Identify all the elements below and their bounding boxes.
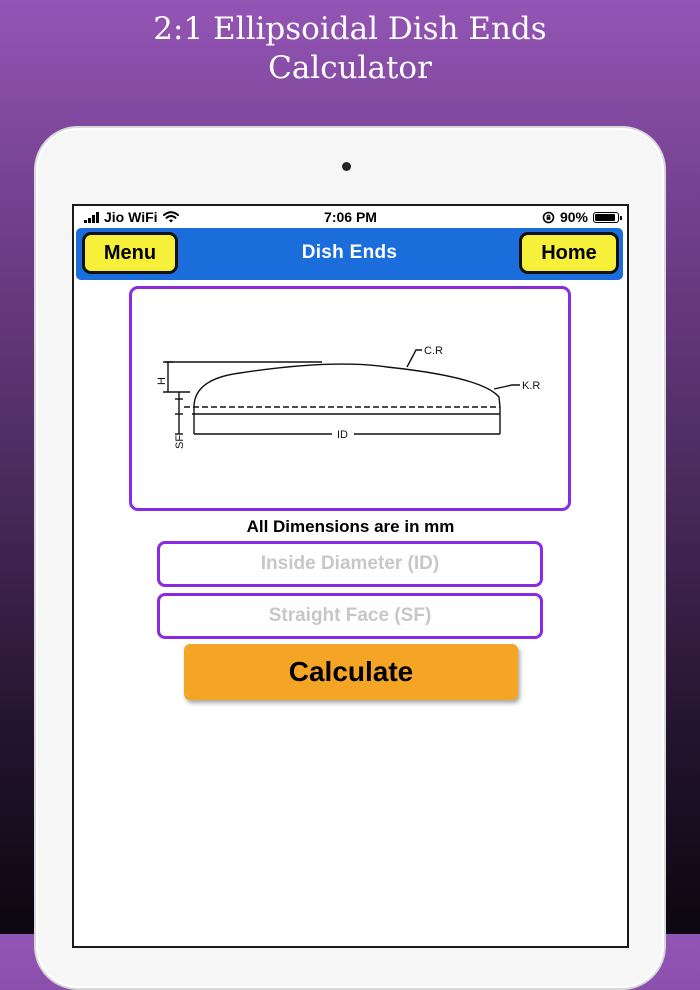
camera-dot bbox=[342, 162, 351, 171]
app-screen: Jio WiFi 7:06 PM 90% Menu Dish Ends Home bbox=[72, 204, 629, 948]
crown-radius-label: C.R bbox=[424, 345, 443, 357]
promo-title-line-1: 2:1 Ellipsoidal Dish Ends bbox=[153, 11, 547, 47]
navigation-bar: Menu Dish Ends Home bbox=[76, 228, 623, 280]
height-label: H bbox=[156, 377, 168, 385]
home-button[interactable]: Home bbox=[519, 232, 619, 274]
inside-diameter-input[interactable] bbox=[157, 541, 543, 587]
status-right: 90% bbox=[542, 209, 622, 225]
status-bar: Jio WiFi 7:06 PM 90% bbox=[74, 206, 627, 228]
inside-diameter-label: ID bbox=[337, 429, 348, 441]
straight-face-label: SF bbox=[174, 435, 186, 449]
dish-profile bbox=[193, 363, 501, 408]
calculate-button[interactable]: Calculate bbox=[184, 644, 518, 700]
straight-face-input[interactable] bbox=[157, 593, 543, 639]
units-note: All Dimensions are in mm bbox=[246, 517, 455, 536]
orientation-lock-icon bbox=[542, 211, 555, 223]
battery-icon bbox=[593, 211, 622, 223]
promo-title: 2:1 Ellipsoidal Dish Ends Calculator bbox=[0, 10, 700, 88]
dish-end-diagram: C.R K.R ID H SF bbox=[129, 286, 571, 511]
dish-end-drawing: C.R K.R ID H SF bbox=[156, 345, 540, 449]
promo-title-line-2: Calculator bbox=[268, 50, 432, 86]
knuckle-radius-label: K.R bbox=[522, 380, 540, 392]
battery-percent: 90% bbox=[559, 209, 588, 225]
